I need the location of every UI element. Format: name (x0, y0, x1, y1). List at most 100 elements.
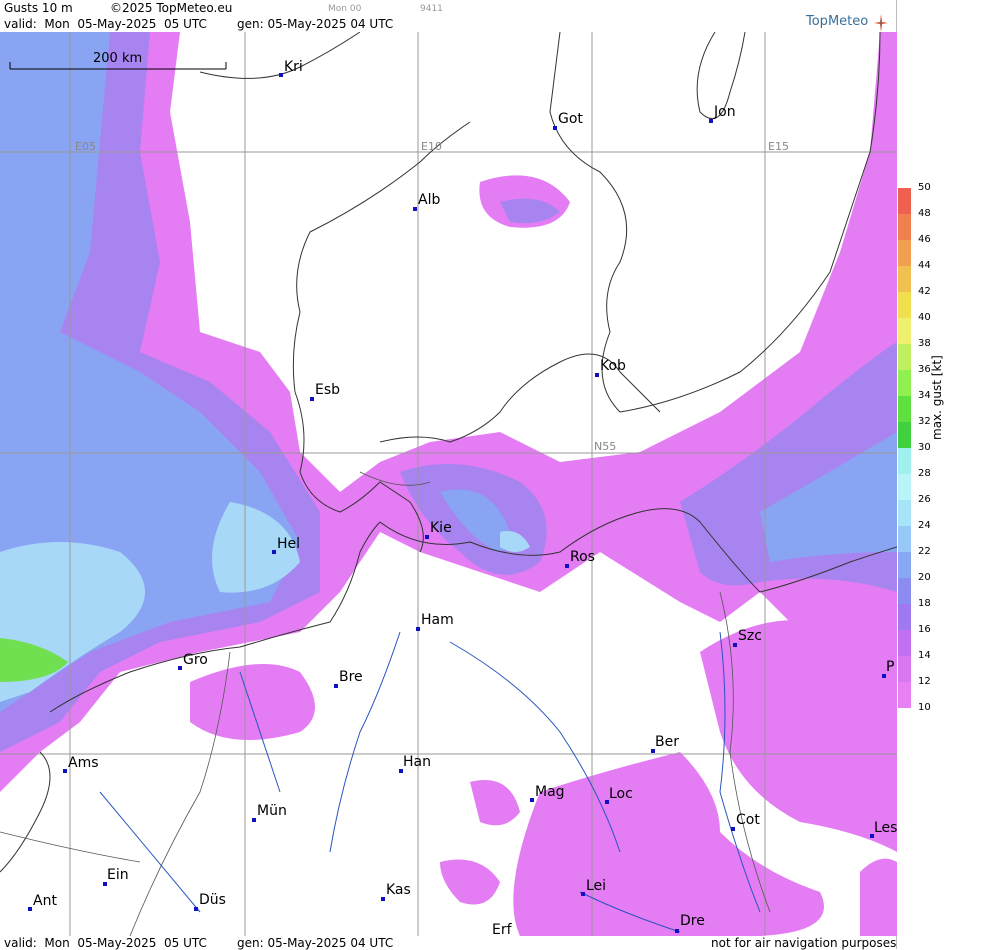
footer-gen: gen: 05-May-2025 04 UTC (237, 936, 394, 950)
legend-color-cell (898, 292, 911, 318)
legend-color-cell (898, 682, 911, 708)
legend-tick-label: 14 (918, 650, 931, 661)
legend-color-cell (898, 500, 911, 526)
logo-text: TopMeteo (806, 14, 869, 29)
legend-color-cell (898, 370, 911, 396)
scale-label: 200 km (93, 51, 143, 66)
city-label[interactable]: Ein (107, 867, 129, 883)
legend-color-cell (898, 448, 911, 474)
legend-color-cell (898, 474, 911, 500)
city-label[interactable]: Ham (421, 612, 454, 628)
legend-color-cell (898, 656, 911, 682)
legend-color-cell (898, 318, 911, 344)
city-label[interactable]: Szc (738, 628, 762, 644)
city-label[interactable]: Les (874, 820, 897, 836)
city-label[interactable]: Gro (183, 652, 208, 668)
gust-map[interactable]: 200 km E05 E10 E15 N55 Kri Got Jon Alb K… (0, 32, 897, 936)
legend-color-cell (898, 422, 911, 448)
city-label[interactable]: Han (403, 754, 431, 770)
city-dot (733, 643, 737, 647)
city-label[interactable]: Düs (199, 892, 226, 908)
legend-tick-label: 34 (918, 390, 931, 401)
legend-tick-label: 40 (918, 312, 931, 323)
city-label[interactable]: Ber (655, 734, 679, 750)
city-dot (675, 929, 679, 933)
map-canvas (0, 32, 897, 936)
logo-star-icon (874, 14, 889, 32)
footer-valid: valid: Mon 05-May-2025 05 UTC (4, 936, 207, 950)
city-label[interactable]: Kri (284, 59, 303, 75)
city-dot (565, 564, 569, 568)
legend-tick-label: 50 (918, 182, 931, 193)
city-dot (413, 207, 417, 211)
city-label[interactable]: Ant (33, 893, 57, 909)
legend-color-cell (898, 396, 911, 422)
city-label[interactable]: Ams (68, 755, 99, 771)
city-dot (595, 373, 599, 377)
legend-color-cell (898, 240, 911, 266)
city-label[interactable]: Lei (586, 878, 606, 894)
gust-patch-magdeburg (470, 780, 520, 826)
legend-tick-label: 32 (918, 416, 931, 427)
city-dot (530, 798, 534, 802)
legend-tick-label: 22 (918, 546, 931, 557)
grid-label-e05: E05 (75, 140, 96, 153)
grid-label-e15: E15 (768, 140, 789, 153)
legend-tick-label: 38 (918, 338, 931, 349)
legend-tick-label: 36 (918, 364, 931, 375)
gust-patch-east (860, 858, 897, 936)
copyright: ©2025 TopMeteo.eu (110, 1, 233, 15)
city-label[interactable]: Dre (680, 913, 705, 929)
city-label[interactable]: Kie (430, 520, 452, 536)
city-label[interactable]: Hel (277, 536, 300, 552)
legend-color-cell (898, 526, 911, 552)
legend-tick-label: 48 (918, 208, 931, 219)
city-label[interactable]: Mag (535, 784, 565, 800)
legend-tick-label: 16 (918, 624, 931, 635)
gust-patch-bremen (190, 664, 315, 740)
run-code: 9411 (420, 4, 443, 14)
city-dot (194, 907, 198, 911)
city-dot (63, 769, 67, 773)
legend-tick-label: 44 (918, 260, 931, 271)
city-label[interactable]: Bre (339, 669, 363, 685)
city-label[interactable]: Cot (736, 812, 760, 828)
grid-label-n55: N55 (594, 440, 617, 453)
legend-tick-label: 24 (918, 520, 931, 531)
city-label[interactable]: Loc (609, 786, 633, 802)
legend-tick-label: 12 (918, 676, 931, 687)
city-dot (381, 897, 385, 901)
city-label[interactable]: Kob (600, 358, 626, 374)
legend-color-cell (898, 604, 911, 630)
legend-color-cell (898, 578, 911, 604)
city-label[interactable]: Jon (714, 104, 736, 120)
city-dot (310, 397, 314, 401)
city-dot (553, 126, 557, 130)
city-dot (425, 535, 429, 539)
city-label[interactable]: Kas (386, 882, 411, 898)
legend-title: max. gust [kt] (930, 355, 944, 440)
city-dot (709, 119, 713, 123)
city-dot (178, 666, 182, 670)
legend-color-cell (898, 266, 911, 292)
city-label[interactable]: Ros (570, 549, 595, 565)
gust-patch-kassel (440, 859, 500, 905)
legend-tick-label: 18 (918, 598, 931, 609)
city-label[interactable]: Mün (257, 803, 287, 819)
city-label[interactable]: Alb (418, 192, 440, 208)
legend-tick-label: 46 (918, 234, 931, 245)
legend-tick-label: 20 (918, 572, 931, 583)
legend-tick-label: 42 (918, 286, 931, 297)
city-label[interactable]: Esb (315, 382, 340, 398)
city-dot (581, 892, 585, 896)
legend-tick-label: 30 (918, 442, 931, 453)
legend-color-cell (898, 344, 911, 370)
city-label[interactable]: Erf (492, 922, 512, 936)
city-label[interactable]: P (886, 659, 894, 675)
topmeteo-logo[interactable]: TopMeteo (806, 14, 889, 32)
city-dot (279, 73, 283, 77)
city-label[interactable]: Got (558, 111, 583, 127)
city-dot (252, 818, 256, 822)
legend-color-cell (898, 552, 911, 578)
legend-color-cell (898, 214, 911, 240)
